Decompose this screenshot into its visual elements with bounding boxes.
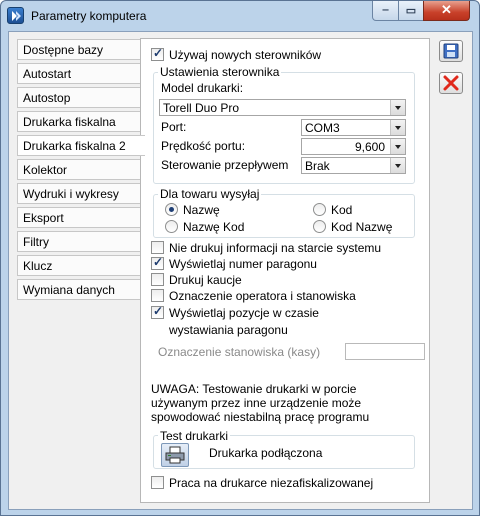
radio-kod[interactable] [313,203,326,216]
app-icon [7,7,24,24]
chevron-down-icon[interactable] [390,158,405,173]
save-button[interactable] [439,40,463,62]
window-title: Parametry komputera [31,9,147,23]
model-label: Model drukarki: [161,81,244,95]
printer-icon [165,446,185,464]
use-new-drivers-label: Używaj nowych sterowników [169,48,322,62]
radio-nazwe-kod[interactable] [165,220,178,233]
nav-item-autostop[interactable]: Autostop [17,87,141,108]
operator-station-label: Oznaczenie operatora i stanowiska [169,289,356,303]
nav-item-wymiana-danych[interactable]: Wymiana danych [17,279,141,300]
window: Parametry komputera ‒ ▭ ✕ Dostępne bazy … [0,0,480,516]
flow-select[interactable]: Brak [301,157,406,174]
nav-item-eksport[interactable]: Eksport [17,207,141,228]
show-items-label-2: wystawiania paragonu [169,323,288,337]
maximize-icon: ▭ [405,5,417,17]
warning-line-2: używanym przez inne urządzenie może [151,396,362,410]
flow-label: Sterowanie przepływem [161,158,289,172]
speed-label: Prędkość portu: [161,139,246,153]
show-items-label: Wyświetlaj pozycje w czasie [169,306,319,320]
radio-nazwe-kod-label: Nazwę Kod [183,220,245,234]
save-icon [443,43,459,59]
warning-line-3: spowodować niestabilną pracę programu [151,410,370,424]
station-input[interactable] [345,343,425,360]
warning-line-1: UWAGA: Testowanie drukarki w porcie [151,382,357,396]
print-deposits-label: Drukuj kaucje [169,273,242,287]
chevron-down-icon[interactable] [390,120,405,135]
port-value: COM3 [305,121,340,135]
chevron-down-icon[interactable] [390,100,405,115]
send-for-item-title: Dla towaru wysyłaj [158,187,262,201]
driver-settings-title: Ustawienia sterownika [158,65,282,79]
title-bar[interactable]: Parametry komputera ‒ ▭ ✕ [1,1,479,31]
nav-item-drukarka-fiskalna-2[interactable]: Drukarka fiskalna 2 [17,135,145,156]
nav-item-wydruki[interactable]: Wydruki i wykresy [17,183,141,204]
use-new-drivers-checkbox[interactable] [151,46,164,61]
test-printer-status: Drukarka podłączona [209,446,323,460]
minimize-button[interactable]: ‒ [372,1,399,21]
radio-kod-nazwe-label: Kod Nazwę [331,220,393,234]
flow-value: Brak [305,159,330,173]
port-select[interactable]: COM3 [301,119,406,136]
no-print-startup-checkbox[interactable] [151,241,164,254]
dialog-client: Dostępne bazy Autostart Autostop Drukark… [8,31,473,510]
nav-item-filtry[interactable]: Filtry [17,231,141,252]
speed-value: 9,600 [354,140,385,154]
nav-item-drukarka-fiskalna[interactable]: Drukarka fiskalna [17,111,141,132]
speed-select[interactable]: 9,600 [301,138,406,155]
nav-item-kolektor[interactable]: Kolektor [17,159,141,180]
non-fiscal-checkbox[interactable] [151,476,164,489]
show-receipt-number-label: Wyświetlaj numer paragonu [169,257,317,271]
model-select[interactable]: Torell Duo Pro [159,99,406,116]
close-button[interactable]: ✕ [423,1,470,21]
model-value: Torell Duo Pro [163,101,240,115]
no-print-startup-label: Nie drukuj informacji na starcie systemu [169,241,382,255]
maximize-button[interactable]: ▭ [398,1,424,21]
settings-panel: Używaj nowych sterowników Ustawienia ste… [140,38,430,503]
radio-nazwe-label: Nazwę [183,203,220,217]
chevron-down-icon[interactable] [390,139,405,154]
nav-item-autostart[interactable]: Autostart [17,63,141,84]
operator-station-checkbox[interactable] [151,289,164,302]
close-icon: ✕ [441,2,452,17]
radio-nazwe[interactable] [165,203,178,216]
nav-item-klucz[interactable]: Klucz [17,255,141,276]
minimize-icon: ‒ [382,4,389,16]
radio-kod-label: Kod [331,203,353,217]
settings-nav: Dostępne bazy Autostart Autostop Drukark… [17,39,145,303]
non-fiscal-label: Praca na drukarce niezafiskalizowanej [169,476,374,490]
nav-item-dostepne-bazy[interactable]: Dostępne bazy [17,39,141,60]
show-items-checkbox[interactable] [151,304,164,319]
radio-kod-nazwe[interactable] [313,220,326,233]
cancel-button[interactable] [439,72,463,94]
test-printer-title: Test drukarki [158,429,231,443]
cancel-icon [443,75,459,91]
print-deposits-checkbox[interactable] [151,273,164,286]
test-printer-button[interactable] [161,443,189,467]
show-receipt-number-checkbox[interactable] [151,255,164,270]
station-label: Oznaczenie stanowiska (kasy) [158,345,321,359]
port-label: Port: [161,120,187,134]
